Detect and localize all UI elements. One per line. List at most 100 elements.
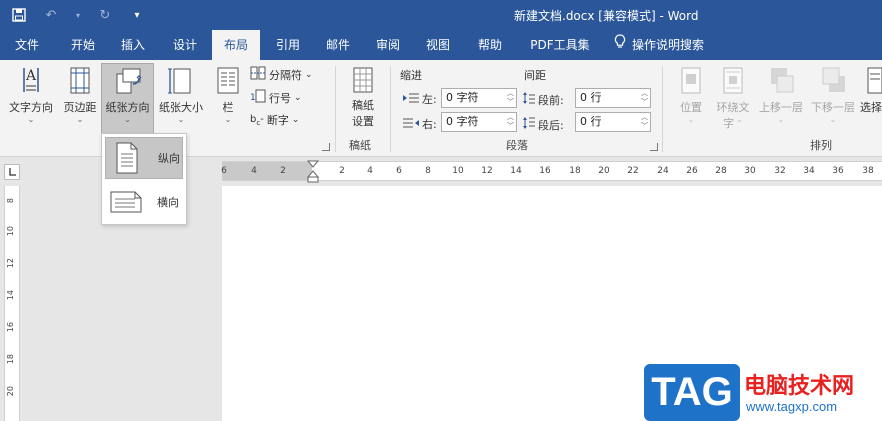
- document-title: 新建文档.docx [兼容模式] - Word: [514, 9, 699, 23]
- ruler-tick: 16: [6, 322, 15, 333]
- line-numbers-button[interactable]: 1 行号 ⌄: [250, 89, 302, 106]
- wrap-text-icon: [723, 67, 743, 94]
- spacing-before-input[interactable]: 0 行 ︿ ﹀: [575, 88, 651, 108]
- tab-design[interactable]: 设计: [162, 30, 208, 60]
- orientation-landscape-item[interactable]: 横向: [105, 181, 183, 223]
- spacing-after-input[interactable]: 0 行 ︿ ﹀: [575, 112, 651, 132]
- columns-button[interactable]: 栏 ⌄: [210, 66, 246, 125]
- chevron-down-icon: ⌄: [224, 115, 232, 124]
- indent-left-input[interactable]: 0 字符 ︿ ﹀: [441, 88, 517, 108]
- ruler-tick: 10: [452, 166, 464, 176]
- chevron-down-icon: ⌄: [305, 69, 313, 80]
- lightbulb-icon: [614, 30, 626, 60]
- spinner-arrows-icon[interactable]: ︿ ﹀: [507, 113, 514, 131]
- indent-left-value: 0 字符: [446, 91, 479, 104]
- ruler-tick: 18: [6, 354, 15, 365]
- quick-access-toolbar: ↶ ▾ ↻ ▾: [10, 6, 146, 24]
- vertical-ruler[interactable]: 8 10 12 14 16 18 20: [4, 186, 20, 421]
- tab-layout[interactable]: 布局: [212, 30, 260, 60]
- position-label: 位置: [680, 101, 702, 114]
- indent-header: 缩进: [400, 69, 422, 82]
- tell-me-search[interactable]: 操作说明搜索: [614, 30, 724, 60]
- tab-view[interactable]: 视图: [416, 30, 460, 60]
- tab-references[interactable]: 引用: [266, 30, 310, 60]
- tab-selector[interactable]: [4, 164, 20, 180]
- breaks-button[interactable]: 分隔符 ⌄: [250, 66, 313, 83]
- indent-left-icon: [402, 92, 420, 107]
- horizontal-ruler[interactable]: 6 4 2 2 4 6 8 10 12 14 16 18 20 22 24 26…: [221, 160, 882, 184]
- spinner-arrows-icon[interactable]: ︿ ﹀: [641, 113, 648, 131]
- chevron-down-icon: ⌄: [124, 115, 131, 124]
- tab-insert[interactable]: 插入: [110, 30, 156, 60]
- undo-dropdown-icon[interactable]: ▾: [74, 6, 82, 24]
- spacing-before-label-wrap: 段前:: [522, 91, 564, 108]
- indent-right-label: 右:: [422, 118, 437, 131]
- page-size-button[interactable]: 纸张大小 ⌄: [156, 66, 206, 125]
- ruler-left-margin: [222, 162, 312, 180]
- spacing-before-label: 段前:: [538, 93, 564, 107]
- ruler-tick: 2: [339, 166, 345, 176]
- tab-pdf-tools[interactable]: PDF工具集: [522, 30, 598, 60]
- orientation-portrait-item[interactable]: 纵向: [105, 137, 183, 179]
- wrap-text-label-line1: 环绕文: [716, 101, 750, 114]
- hyphenation-button[interactable]: bc- 断字 ⌄: [250, 112, 299, 128]
- portrait-label: 纵向: [158, 152, 180, 165]
- paragraph-launcher-icon[interactable]: [650, 143, 658, 151]
- paragraph-group-label: 段落: [506, 139, 528, 152]
- ruler-tick: 38: [862, 166, 874, 176]
- position-button[interactable]: 位置 ⌄: [672, 66, 710, 125]
- text-direction-icon: A: [23, 68, 39, 92]
- orientation-icon: [116, 68, 141, 94]
- ruler-tick: 4: [367, 166, 373, 176]
- indent-right-input[interactable]: 0 字符 ︿ ﹀: [441, 112, 517, 132]
- page-size-label: 纸张大小: [159, 101, 203, 114]
- chevron-down-icon: ⌄: [177, 115, 185, 124]
- wrap-text-button[interactable]: 环绕文 字 ⌄: [712, 66, 754, 131]
- text-direction-button[interactable]: A 文字方向 ⌄: [4, 66, 58, 125]
- orientation-button[interactable]: 纸张方向 ⌄: [101, 63, 154, 134]
- wrap-text-label-line2-text: 字: [723, 117, 735, 130]
- chevron-down-icon: ⌄: [736, 115, 743, 124]
- tab-file[interactable]: 文件: [4, 30, 50, 60]
- spinner-arrows-icon[interactable]: ︿ ﹀: [641, 89, 648, 107]
- manuscript-settings-button[interactable]: 稿纸 设置: [344, 66, 382, 129]
- orientation-menu: 纵向 横向: [101, 133, 187, 225]
- manuscript-group-label: 稿纸: [349, 139, 371, 152]
- page-size-icon: [168, 68, 191, 94]
- selection-pane-button[interactable]: 选择: [860, 66, 882, 115]
- selection-pane-label: 选择: [860, 101, 882, 114]
- ruler-tick: 2: [280, 166, 286, 176]
- customize-qat-icon[interactable]: ▾: [128, 6, 146, 24]
- spacing-after-icon: [522, 116, 536, 133]
- bring-forward-label: 上移一层: [759, 101, 803, 114]
- svg-text:A: A: [25, 68, 37, 84]
- indent-right-value: 0 字符: [446, 115, 479, 128]
- tab-mailings[interactable]: 邮件: [316, 30, 360, 60]
- tab-help[interactable]: 帮助: [468, 30, 512, 60]
- margins-icon: [70, 67, 90, 94]
- tab-home[interactable]: 开始: [58, 30, 108, 60]
- save-icon[interactable]: [10, 6, 28, 24]
- bring-forward-button[interactable]: 上移一层 ⌄: [756, 66, 806, 125]
- margins-label: 页边距: [63, 101, 97, 114]
- tab-review[interactable]: 审阅: [366, 30, 410, 60]
- send-backward-icon: [822, 67, 845, 92]
- send-backward-button[interactable]: 下移一层 ⌄: [808, 66, 858, 125]
- spinner-arrows-icon[interactable]: ︿ ﹀: [507, 89, 514, 107]
- ruler-tick: 10: [6, 226, 15, 237]
- group-separator: [662, 66, 663, 152]
- undo-icon[interactable]: ↶: [42, 6, 60, 24]
- page-setup-launcher-icon[interactable]: [322, 143, 330, 151]
- breaks-label: 分隔符: [269, 68, 302, 82]
- indent-marker-icon[interactable]: [306, 160, 320, 184]
- breaks-icon: [250, 66, 266, 83]
- line-numbers-label: 行号: [269, 91, 291, 105]
- title-bar: ↶ ▾ ↻ ▾ 新建文档.docx [兼容模式] - Word: [0, 0, 882, 30]
- redo-icon[interactable]: ↻: [96, 6, 114, 24]
- chevron-down-icon: ⌄: [27, 115, 35, 124]
- columns-label: 栏: [222, 101, 234, 114]
- hyphenation-label: 断字: [266, 114, 289, 127]
- margins-button[interactable]: 页边距 ⌄: [60, 66, 100, 125]
- spacing-after-label-wrap: 段后:: [522, 116, 564, 133]
- tell-me-label: 操作说明搜索: [632, 38, 705, 52]
